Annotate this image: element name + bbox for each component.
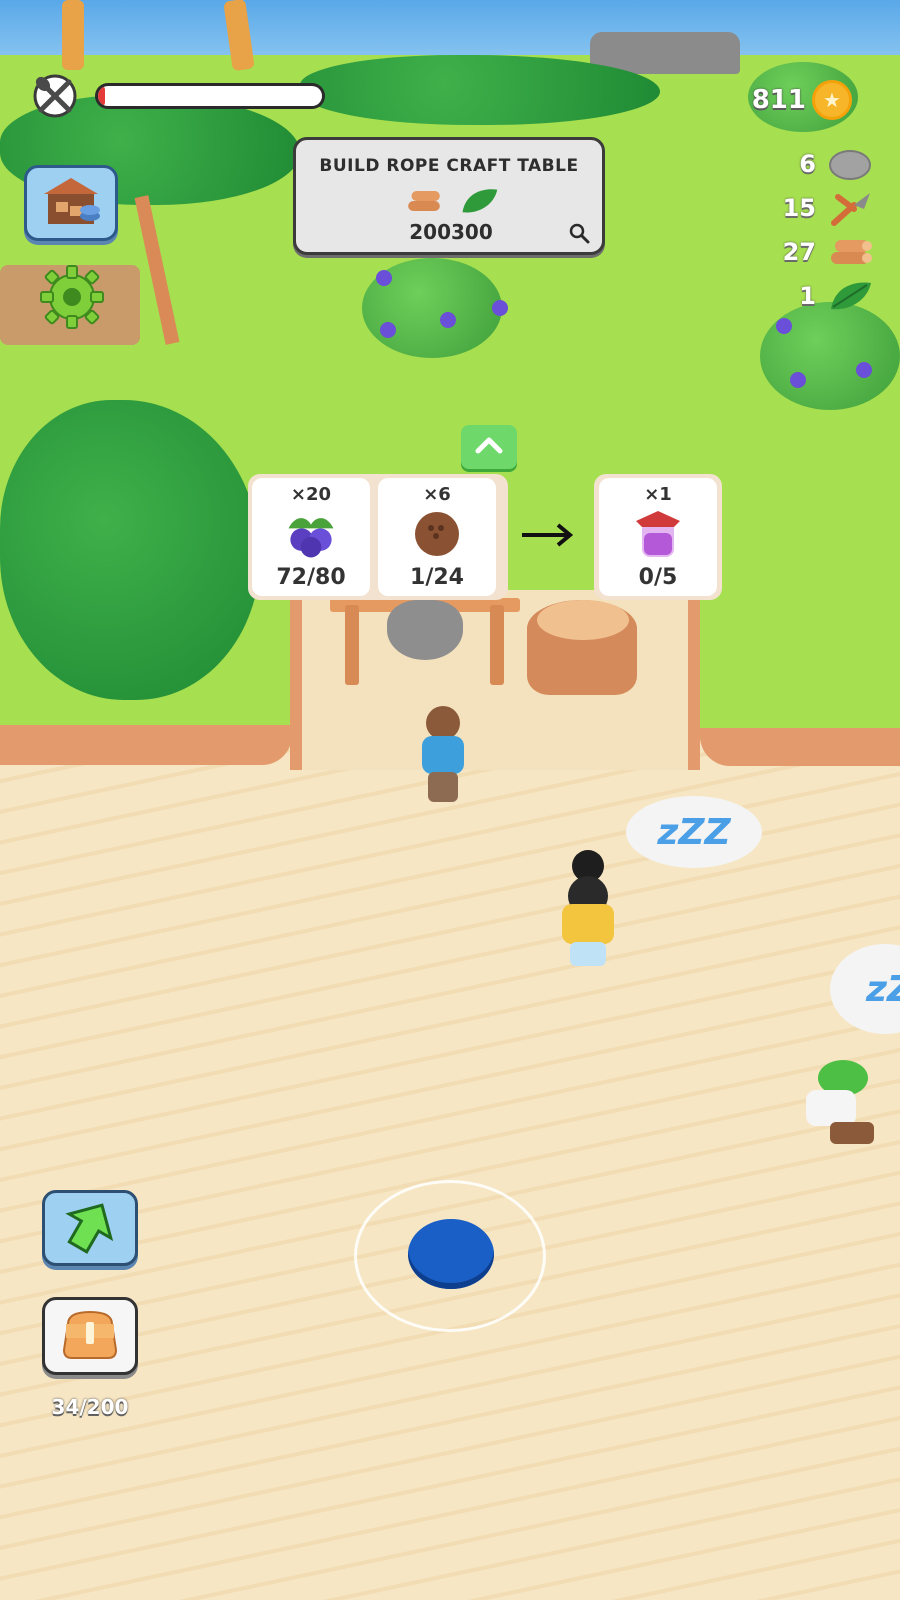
resource-row-wood: 27 bbox=[744, 230, 874, 274]
berry bbox=[856, 362, 872, 378]
cooking-station-post bbox=[345, 605, 359, 685]
recipe-count: 72/80 bbox=[276, 565, 346, 590]
berry bbox=[440, 312, 456, 328]
resource-count: 6 bbox=[799, 150, 816, 178]
backpack-button[interactable] bbox=[42, 1297, 138, 1375]
build-quest-card[interactable]: BUILD ROPE CRAFT TABLE 200 300 bbox=[293, 137, 605, 255]
palm-trunk bbox=[62, 0, 84, 70]
arrow-right-icon bbox=[520, 520, 576, 550]
magnifier-icon[interactable] bbox=[566, 220, 592, 246]
palm-foliage bbox=[300, 55, 660, 125]
quest-cost-wood: 200 bbox=[409, 220, 451, 244]
recipe-multiplier: ×6 bbox=[423, 484, 451, 505]
player-character bbox=[412, 706, 472, 806]
warehouse-icon bbox=[38, 174, 104, 232]
fork-spoon-icon bbox=[22, 72, 88, 120]
chevron-up-icon bbox=[474, 435, 504, 459]
leaf-icon bbox=[826, 276, 874, 316]
stone-icon bbox=[826, 144, 874, 184]
hunger-bar-track bbox=[98, 86, 322, 106]
recipe-inputs-panel: ×20 72/80 ×6 1/24 bbox=[248, 474, 508, 600]
quest-title: BUILD ROPE CRAFT TABLE bbox=[319, 156, 579, 176]
cliff-edge-left bbox=[0, 725, 292, 765]
recipe-output-jam: ×1 0/5 bbox=[599, 478, 717, 596]
hunger-bar bbox=[95, 83, 325, 109]
quest-costs: 200 300 bbox=[391, 220, 511, 244]
recipe-multiplier: ×1 bbox=[644, 484, 672, 505]
sleep-bubble: zZZ bbox=[626, 796, 762, 868]
jam-jar-icon bbox=[628, 508, 688, 560]
cooking-pot[interactable] bbox=[387, 600, 463, 660]
sand-area bbox=[0, 740, 900, 1600]
resource-count: 27 bbox=[782, 238, 816, 266]
resource-list: 6 15 27 1 bbox=[744, 142, 874, 318]
cliff-edge-right bbox=[700, 728, 900, 766]
recipe-input-blueberry: ×20 72/80 bbox=[252, 478, 370, 596]
coin-amount: 811 bbox=[751, 85, 806, 115]
tree-stump-top bbox=[537, 600, 629, 640]
berry bbox=[776, 318, 792, 334]
recipe-output-panel: ×1 0/5 bbox=[594, 474, 722, 600]
star-coin-icon: ★ bbox=[812, 80, 852, 120]
settings-button[interactable] bbox=[38, 265, 106, 333]
upgrade-button[interactable] bbox=[42, 1190, 138, 1266]
resource-row-leaf: 1 bbox=[744, 274, 874, 318]
backpack-icon bbox=[58, 1306, 122, 1366]
resource-count: 15 bbox=[782, 194, 816, 222]
wood-logs-icon bbox=[404, 186, 444, 220]
quest-cost-leaf: 300 bbox=[451, 220, 493, 244]
coconut-icon bbox=[407, 508, 467, 560]
berry bbox=[380, 322, 396, 338]
joystick-knob[interactable] bbox=[408, 1219, 494, 1289]
berry bbox=[790, 372, 806, 388]
backpack-capacity: 34/200 bbox=[51, 1395, 129, 1419]
coin-counter: 811 ★ bbox=[752, 80, 852, 120]
leaf-icon bbox=[459, 186, 499, 220]
hunger-bar-fill bbox=[98, 86, 105, 106]
resource-row-stone: 6 bbox=[744, 142, 874, 186]
recipe-input-coconut: ×6 1/24 bbox=[378, 478, 496, 596]
resource-count: 1 bbox=[799, 282, 816, 310]
recipe-count: 1/24 bbox=[410, 565, 464, 590]
berry bbox=[492, 300, 508, 316]
arrow-up-icon bbox=[62, 1198, 118, 1258]
blueberry-icon bbox=[281, 508, 341, 560]
berry bbox=[376, 270, 392, 286]
quest-cost-icons bbox=[396, 186, 506, 220]
sleeping-villager[interactable] bbox=[548, 850, 628, 970]
expand-recipe-button[interactable] bbox=[461, 425, 517, 469]
wood-logs-icon bbox=[826, 232, 874, 272]
recipe-multiplier: ×20 bbox=[290, 484, 332, 505]
pruning-shears-icon bbox=[826, 188, 874, 228]
recipe-count: 0/5 bbox=[638, 565, 678, 590]
storage-shop-button[interactable] bbox=[24, 165, 118, 241]
gear-icon bbox=[39, 264, 105, 334]
sleeping-villager[interactable] bbox=[800, 1060, 880, 1160]
cooking-station-post bbox=[490, 605, 504, 685]
resource-row-shears: 15 bbox=[744, 186, 874, 230]
